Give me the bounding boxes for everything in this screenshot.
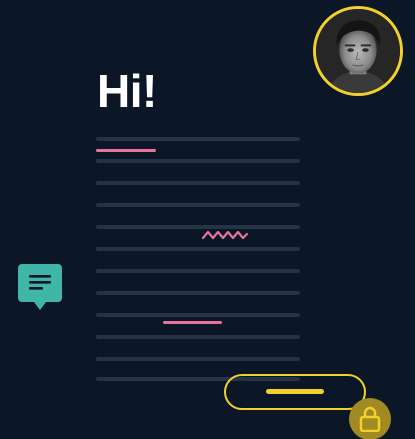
placeholder-line [96,291,300,295]
app-screen: Hi! [0,0,415,439]
squiggle-underline [202,230,248,240]
placeholder-line [96,137,300,141]
comment-icon[interactable] [18,264,62,310]
avatar-photo [316,9,400,93]
placeholder-line [96,357,300,361]
placeholder-line [96,335,300,339]
avatar[interactable] [313,6,403,96]
pill-bar [266,389,324,394]
placeholder-line [96,225,300,229]
placeholder-line [96,181,300,185]
lock-icon [359,406,381,432]
placeholder-line [96,313,300,317]
highlight-underline [163,321,222,324]
page-title: Hi! [97,65,157,117]
highlight-underline [96,149,156,152]
placeholder-line [96,269,300,273]
placeholder-line [96,159,300,163]
action-pill-button[interactable] [224,374,366,410]
lock-button[interactable] [349,398,391,439]
placeholder-line [96,203,300,207]
placeholder-line [96,247,300,251]
